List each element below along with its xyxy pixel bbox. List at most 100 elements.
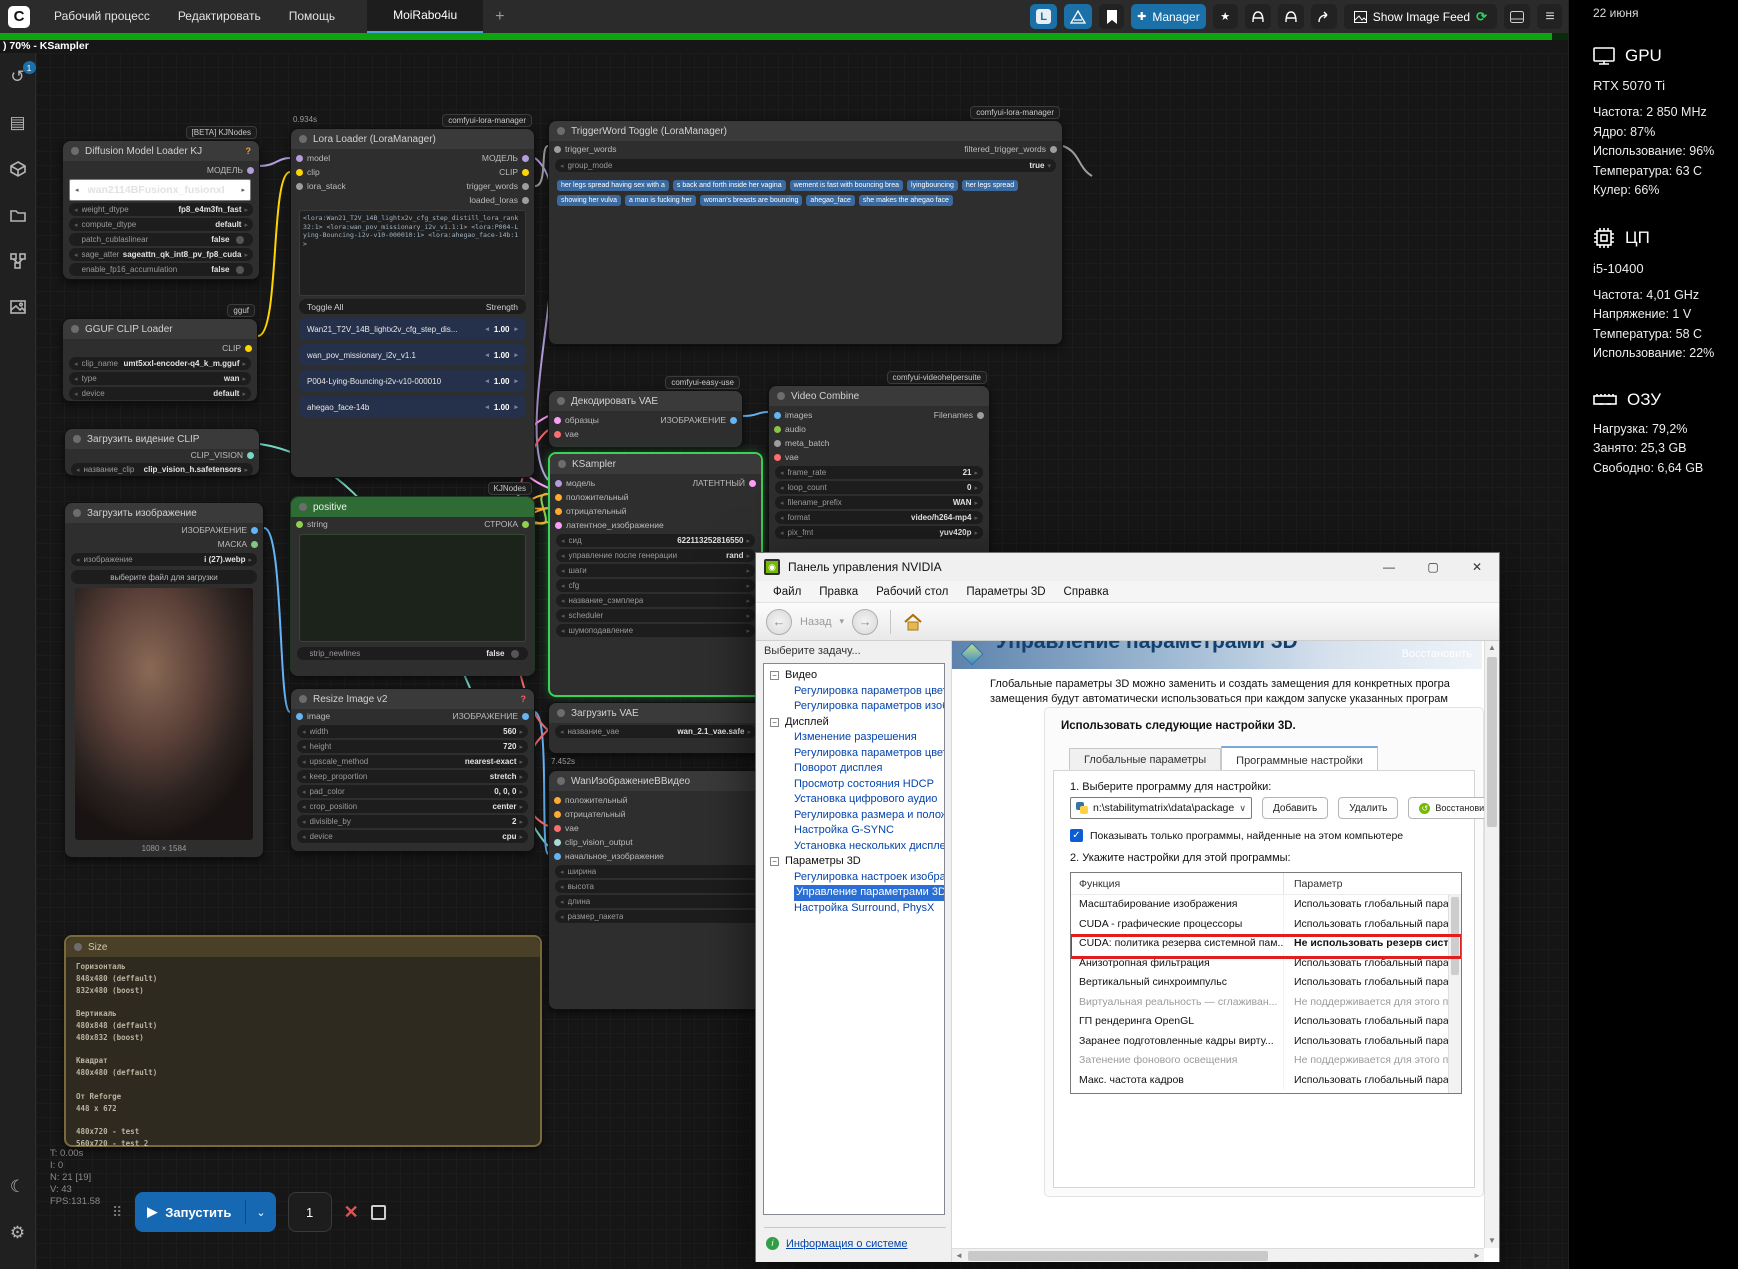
share-icon[interactable]: [1311, 4, 1337, 29]
task-tree-item[interactable]: −Изменение разрешения: [764, 730, 944, 746]
program-select-dropdown[interactable]: n:\stabilitymatrix\data\package... ∨: [1070, 797, 1252, 819]
prompt-textarea[interactable]: [299, 534, 526, 642]
setting-row[interactable]: Масштабирование изображенияИспользовать …: [1071, 895, 1461, 915]
task-tree-item[interactable]: −Дисплей: [764, 715, 944, 731]
size-note-text[interactable]: Горизонталь 848x480 (deffault) 832x480 (…: [76, 961, 530, 1150]
help-icon[interactable]: ?: [246, 146, 252, 156]
lora-entry[interactable]: ahegao_face-14b◂1.00▸: [299, 396, 526, 418]
node-widget[interactable]: ◂сид622113252816550▸: [556, 534, 755, 547]
model-library-icon[interactable]: [8, 159, 28, 179]
node-widget[interactable]: ◂formatvideo/h264-mp4▸: [775, 511, 983, 524]
lora-entry[interactable]: P004-Lying-Bouncing-i2v-v10-000010◂1.00▸: [299, 370, 526, 392]
collapse-dot-icon[interactable]: [777, 392, 785, 400]
task-tree-item[interactable]: −Настройка G-SYNC: [764, 823, 944, 839]
node-widget[interactable]: ◂название_сэмплера▸: [556, 594, 755, 607]
output-port[interactable]: trigger_words: [462, 180, 535, 192]
input-port[interactable]: string: [291, 518, 333, 530]
window-menu-item[interactable]: Правка: [810, 586, 867, 598]
workflows-icon[interactable]: ↺1: [8, 67, 28, 87]
node-widget[interactable]: ◂typewan▸: [69, 372, 251, 385]
node-widget[interactable]: ◂wan2114BFusionx_fusionxImage2video.saf …: [69, 179, 251, 201]
output-port[interactable]: CLIP: [217, 342, 257, 354]
node-load-clip-vision[interactable]: Загрузить видение CLIP CLIP_VISION ◂назв…: [64, 428, 260, 476]
task-tree-item[interactable]: −Регулировка параметров изображения д: [764, 699, 944, 715]
node-widget[interactable]: ◂frame_rate21▸: [775, 466, 983, 479]
input-port[interactable]: clip_vision_output: [549, 836, 669, 848]
node-widget[interactable]: ◂crop_positioncenter▸: [297, 800, 528, 813]
setting-row[interactable]: Макс. частота кадровИспользовать глобаль…: [1071, 1071, 1461, 1091]
setting-row[interactable]: Вертикальный синхроимпульсИспользовать г…: [1071, 973, 1461, 993]
node-widget[interactable]: ◂pix_fmtyuv420p▸: [775, 526, 983, 539]
node-ksampler[interactable]: KSampler модельположительныйотрицательны…: [548, 452, 763, 697]
trigger-word-tag[interactable]: woman's breasts are bouncing: [700, 195, 803, 206]
close-icon[interactable]: ✕: [1455, 553, 1499, 581]
task-tree-item[interactable]: −Видео: [764, 668, 944, 684]
run-button[interactable]: ▶Запустить ⌄: [135, 1192, 275, 1232]
node-resize-image[interactable]: Resize Image v2? image ИЗОБРАЖЕНИЕ ◂widt…: [290, 688, 535, 852]
node-templates-icon[interactable]: ▤: [8, 113, 28, 133]
table-scrollbar[interactable]: [1448, 895, 1461, 1093]
node-widget[interactable]: ◂keep_proportionstretch▸: [297, 770, 528, 783]
input-port[interactable]: vae: [549, 428, 604, 440]
forward-icon[interactable]: →: [852, 609, 878, 635]
trigger-word-tag[interactable]: her legs spread having sex with a: [557, 180, 669, 191]
node-widget[interactable]: ◂devicedefault▸: [69, 387, 251, 400]
task-tree-item[interactable]: −Регулировка размера и положения рабо: [764, 808, 944, 824]
node-positive-prompt[interactable]: KJNodes positive string СТРОКА ◂strip_ne…: [290, 496, 535, 676]
trigger-word-tag[interactable]: she makes the ahegao face: [859, 195, 953, 206]
lora-syntax-text[interactable]: <lora:Wan21_T2V_14B_lightx2v_cfg_step_di…: [299, 210, 526, 296]
window-vertical-scrollbar[interactable]: ▲▼: [1484, 641, 1499, 1248]
system-info-link[interactable]: Информация о системе: [786, 1238, 907, 1250]
image-preview[interactable]: [75, 588, 253, 840]
node-widget[interactable]: ◂divisible_by2▸: [297, 815, 528, 828]
lora-entry[interactable]: wan_pov_missionary_i2v_v1.1◂1.00▸: [299, 344, 526, 366]
node-widget[interactable]: ◂filename_prefixWAN▸: [775, 496, 983, 509]
node-widget[interactable]: ◂enable_fp16_accumulationfalse▸: [69, 263, 253, 276]
lora-entry[interactable]: Wan21_T2V_14B_lightx2v_cfg_step_dis...◂1…: [299, 318, 526, 340]
extension-a-icon[interactable]: [1245, 4, 1271, 29]
settings-gear-icon[interactable]: ⚙: [8, 1223, 28, 1243]
setting-row[interactable]: ГП рендеринга OpenGLИспользовать глобаль…: [1071, 1012, 1461, 1032]
trigger-word-tag[interactable]: her legs spread: [962, 180, 1018, 191]
back-label[interactable]: Назад: [800, 616, 832, 628]
favorites-star-icon[interactable]: ★: [1213, 4, 1238, 29]
node-vae-decode[interactable]: comfyui-easy-use Декодировать VAE образц…: [548, 390, 743, 448]
minimize-icon[interactable]: —: [1367, 553, 1411, 581]
node-map-icon[interactable]: [8, 251, 28, 271]
input-port[interactable]: meta_batch: [769, 437, 834, 449]
setting-row[interactable]: Затенение фонового освещенияНе поддержив…: [1071, 1051, 1461, 1071]
node-widget[interactable]: ◂sage_atten ...sageattn_qk_int8_pv_fp8_c…: [69, 248, 253, 261]
node-widget[interactable]: ◂шумоподавление▸: [556, 624, 755, 637]
collapse-dot-icon[interactable]: [558, 460, 566, 468]
node-widget[interactable]: ◂height720▸: [297, 740, 528, 753]
task-tree-item[interactable]: −Регулировка параметров цвета рабочег: [764, 746, 944, 762]
output-port[interactable]: Filenames: [929, 409, 989, 421]
comfyui-logo[interactable]: C: [8, 6, 30, 28]
output-port[interactable]: CLIP: [494, 166, 534, 178]
node-widget[interactable]: ◂pad_color0, 0, 0▸: [297, 785, 528, 798]
output-port[interactable]: ИЗОБРАЖЕНИЕ: [176, 524, 263, 536]
upload-image-button[interactable]: выберите файл для загрузки: [71, 570, 257, 584]
window-horizontal-scrollbar[interactable]: ◄►: [952, 1248, 1484, 1262]
task-tree-item[interactable]: −Управление параметрами 3D: [764, 885, 944, 901]
window-menu-item[interactable]: Файл: [764, 586, 810, 598]
node-load-vae[interactable]: Загрузить VAE ◂название_vaewan_2.1_vae.s…: [548, 702, 763, 754]
node-diffusion-model-loader[interactable]: [BETA] KJNodes Diffusion Model Loader KJ…: [62, 140, 260, 280]
node-load-image[interactable]: Загрузить изображение ИЗОБРАЖЕНИЕМАСКА ◂…: [64, 502, 264, 858]
node-widget[interactable]: ◂cfg▸: [556, 579, 755, 592]
node-widget[interactable]: ◂patch_cublaslinearfalse▸: [69, 233, 253, 246]
panel-toggle-icon[interactable]: [1504, 4, 1530, 29]
trigger-word-tag[interactable]: lyingbouncing: [907, 180, 958, 191]
maximize-icon[interactable]: ▢: [1411, 553, 1455, 581]
window-menu-item[interactable]: Параметры 3D: [957, 586, 1054, 598]
setting-row[interactable]: CUDA: политика резерва системной пам...Н…: [1071, 934, 1461, 954]
trigger-word-tag[interactable]: a man is fucking her: [625, 195, 696, 206]
input-port[interactable]: model: [291, 152, 351, 164]
node-widget[interactable]: ◂weight_dtypefp8_e4m3fn_fast▸: [69, 203, 253, 216]
output-port[interactable]: loaded_loras: [464, 194, 534, 206]
hamburger-menu-icon[interactable]: ≡: [1537, 4, 1562, 29]
back-icon[interactable]: ←: [766, 609, 792, 635]
node-widget[interactable]: ◂шаги▸: [556, 564, 755, 577]
back-dropdown-caret-icon[interactable]: ▾: [840, 616, 845, 627]
nvidia-control-panel-window[interactable]: ◉ Панель управления NVIDIA — ▢ ✕ ФайлПра…: [755, 552, 1500, 1262]
